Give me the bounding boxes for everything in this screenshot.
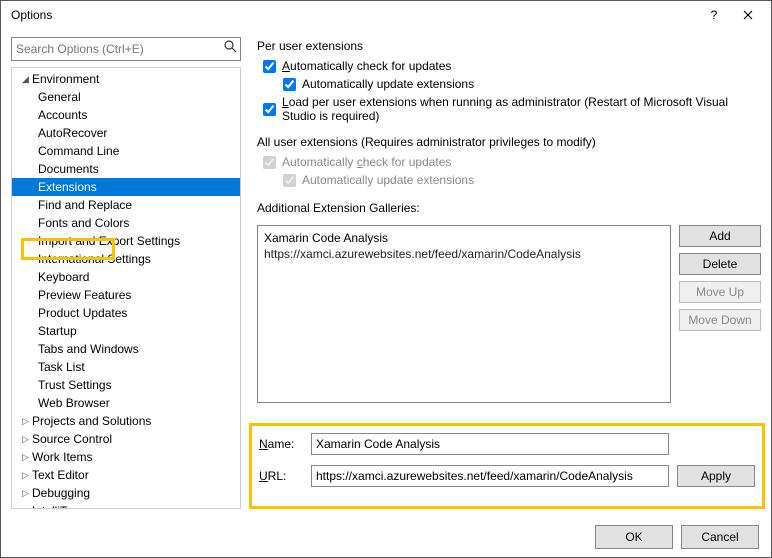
search-input[interactable] — [11, 37, 241, 61]
auto-update-ext-checkbox[interactable]: Automatically update extensions — [283, 77, 761, 91]
tree-node[interactable]: Startup — [12, 322, 240, 340]
url-input[interactable] — [311, 465, 669, 487]
ok-button[interactable]: OK — [595, 525, 673, 549]
tree-group[interactable]: ▷Source Control — [12, 430, 240, 448]
name-input[interactable] — [311, 433, 669, 455]
search-box[interactable] — [11, 37, 241, 61]
title-bar: Options ? — [1, 1, 771, 29]
tree-group[interactable]: ▷Projects and Solutions — [12, 412, 240, 430]
tree-group[interactable]: ▷Debugging — [12, 484, 240, 502]
move-down-button: Move Down — [679, 309, 761, 331]
tree-node[interactable]: Fonts and Colors — [12, 214, 240, 232]
move-up-button: Move Up — [679, 281, 761, 303]
tree-node[interactable]: Keyboard — [12, 268, 240, 286]
apply-button[interactable]: Apply — [677, 465, 755, 487]
help-button[interactable]: ? — [697, 3, 731, 27]
name-label: Name: — [259, 437, 303, 451]
tree-node[interactable]: International Settings — [12, 250, 240, 268]
all-auto-update-checkbox: Automatically update extensions — [283, 173, 761, 187]
tree-group[interactable]: ▷IntelliTrace — [12, 502, 240, 508]
tree-node[interactable]: Product Updates — [12, 304, 240, 322]
all-user-heading: All user extensions (Requires administra… — [257, 135, 761, 149]
url-label: URL: — [259, 469, 303, 483]
tree-node[interactable]: Trust Settings — [12, 376, 240, 394]
add-button[interactable]: Add — [679, 225, 761, 247]
gallery-item[interactable]: Xamarin Code Analysis https://xamci.azur… — [264, 230, 664, 262]
tree-node[interactable]: Preview Features — [12, 286, 240, 304]
search-icon — [224, 40, 237, 56]
tree-node[interactable]: Web Browser — [12, 394, 240, 412]
all-auto-check-checkbox: Automatically check for updates — [263, 155, 761, 169]
tree-node[interactable]: Accounts — [12, 106, 240, 124]
tree-node[interactable]: Tabs and Windows — [12, 340, 240, 358]
close-button[interactable] — [731, 3, 765, 27]
delete-button[interactable]: Delete — [679, 253, 761, 275]
galleries-listbox[interactable]: Xamarin Code Analysis https://xamci.azur… — [257, 225, 671, 403]
options-tree[interactable]: ◢Environment General Accounts AutoRecove… — [12, 68, 240, 508]
tree-group[interactable]: ▷Work Items — [12, 448, 240, 466]
auto-check-updates-checkbox[interactable]: Automatically check for updates — [263, 59, 761, 73]
load-per-user-admin-checkbox[interactable]: Load per user extensions when running as… — [263, 95, 761, 123]
tree-node[interactable]: AutoRecover — [12, 124, 240, 142]
tree-group[interactable]: ▷Text Editor — [12, 466, 240, 484]
tree-node[interactable]: Task List — [12, 358, 240, 376]
tree-node[interactable]: Import and Export Settings — [12, 232, 240, 250]
per-user-heading: Per user extensions — [257, 39, 761, 53]
galleries-heading: Additional Extension Galleries: — [257, 201, 761, 215]
window-title: Options — [11, 8, 697, 22]
cancel-button[interactable]: Cancel — [681, 525, 759, 549]
tree-node-environment[interactable]: ◢Environment — [12, 70, 240, 88]
tree-node[interactable]: Find and Replace — [12, 196, 240, 214]
tree-node-extensions[interactable]: Extensions — [12, 178, 240, 196]
tree-node[interactable]: Command Line — [12, 142, 240, 160]
tree-node[interactable]: General — [12, 88, 240, 106]
tree-node[interactable]: Documents — [12, 160, 240, 178]
